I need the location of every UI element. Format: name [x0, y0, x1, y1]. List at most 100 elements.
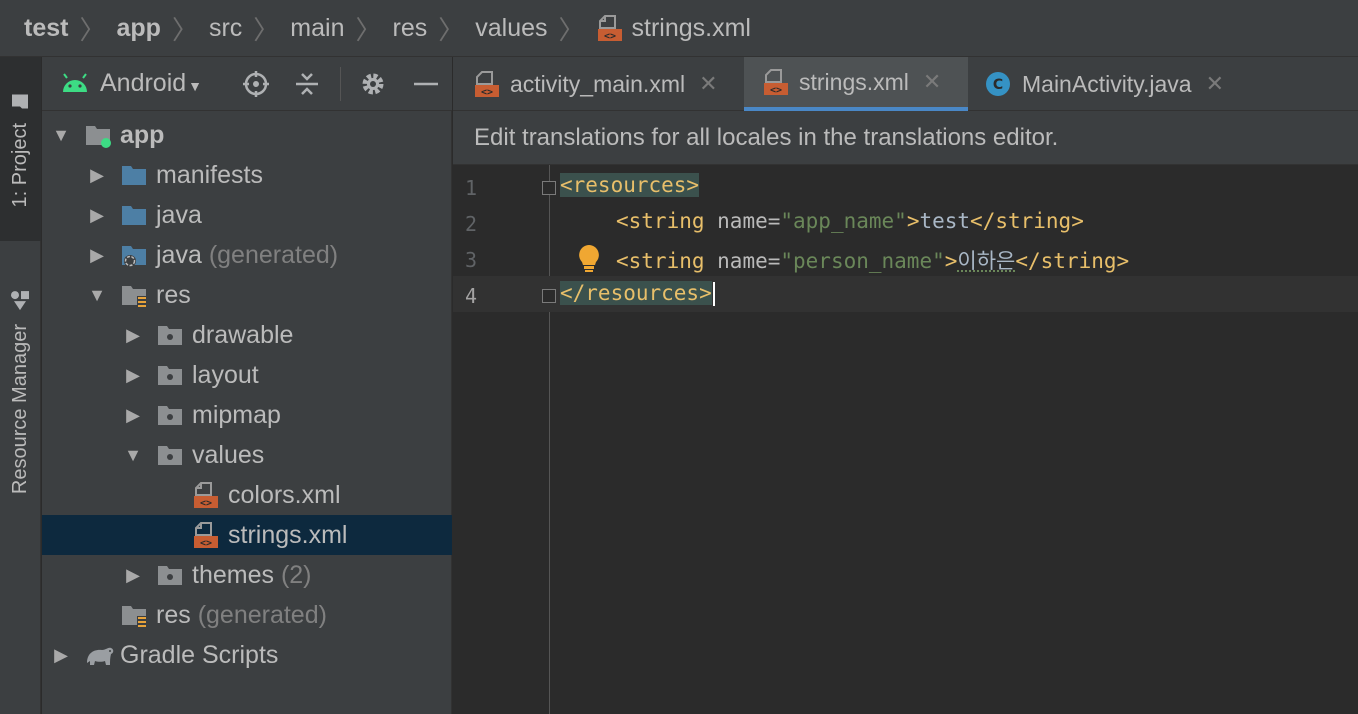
xml-file-icon: <> — [597, 15, 622, 42]
breadcrumb-separator: 〉 — [79, 14, 106, 45]
package-folder-icon — [156, 361, 184, 389]
expanded-arrow-icon[interactable]: ▼ — [123, 445, 143, 465]
tree-item-drawable[interactable]: ▶ drawable — [42, 315, 452, 355]
tree-item-mipmap[interactable]: ▶ mipmap — [42, 395, 452, 435]
expanded-arrow-icon[interactable]: ▼ — [51, 125, 71, 145]
string-open-tag: <string — [616, 249, 705, 273]
code-line-1[interactable]: 1 <resources> — [453, 168, 1358, 204]
breadcrumb-item-test[interactable]: test — [24, 14, 68, 43]
tree-label-text: drawable — [192, 320, 294, 349]
tab-mainactivity-java[interactable]: C MainActivity.java ✕ — [969, 57, 1259, 111]
tree-item-label: java — [156, 201, 202, 230]
attr-value: "app_name" — [780, 209, 907, 233]
header-divider — [340, 67, 341, 101]
folder-icon — [9, 91, 32, 111]
collapsed-arrow-icon[interactable]: ▶ — [123, 405, 143, 425]
generated-folder-icon — [120, 241, 148, 269]
view-selector-dropdown[interactable]: Android ▼ — [60, 69, 202, 98]
collapsed-arrow-icon[interactable]: ▶ — [87, 245, 107, 265]
code-line-2[interactable]: 2 <string name="app_name">test</string> — [453, 204, 1358, 240]
banner-text: Edit translations for all locales in the… — [474, 123, 1059, 151]
minimize-icon — [414, 82, 438, 86]
tree-label-text: app — [120, 120, 165, 149]
line-number: 2 — [464, 212, 477, 236]
fold-marker-icon[interactable] — [542, 181, 556, 195]
shapes-icon — [9, 290, 32, 312]
line-number: 1 — [464, 176, 477, 200]
project-tree: ▼ app ▶ manifests ▶ java ▶ java (generated) ▼ res… — [42, 111, 452, 714]
tree-item-layout[interactable]: ▶ layout — [42, 355, 452, 395]
text-caret — [712, 282, 715, 306]
collapsed-arrow-icon[interactable]: ▶ — [123, 565, 143, 585]
svg-text:<>: <> — [200, 538, 212, 549]
tree-item-java-generated[interactable]: ▶ java (generated) — [42, 235, 452, 275]
resources-open-tag: <resources> — [560, 173, 700, 197]
close-icon[interactable]: ✕ — [699, 71, 717, 97]
android-icon — [63, 72, 87, 92]
close-icon[interactable]: ✕ — [1206, 71, 1224, 97]
expanded-arrow-icon[interactable]: ▼ — [87, 285, 107, 305]
gradle-icon — [84, 641, 114, 669]
tree-item-manifests[interactable]: ▶ manifests — [42, 155, 452, 195]
collapse-all-button[interactable] — [290, 67, 324, 101]
string-text: test — [919, 209, 971, 233]
collapse-all-icon — [296, 73, 318, 95]
gear-icon — [362, 73, 384, 95]
tree-item-label: res (generated) — [156, 601, 327, 630]
line-number: 3 — [464, 248, 477, 272]
project-tool-tab[interactable]: 1: Project — [0, 57, 41, 241]
locate-file-button[interactable] — [239, 67, 273, 101]
tree-item-label: values — [192, 441, 264, 470]
tab-activity-main-xml[interactable]: <> activity_main.xml ✕ — [453, 57, 743, 111]
breadcrumb-item-main[interactable]: main — [290, 14, 344, 43]
tree-item-values[interactable]: ▼ values — [42, 435, 452, 475]
translations-editor-banner[interactable]: Edit translations for all locales in the… — [453, 111, 1358, 165]
tree-item-res-generated[interactable]: res (generated) — [42, 595, 452, 635]
package-folder-icon — [156, 401, 184, 429]
tree-label-text: manifests — [156, 160, 263, 189]
code-editor[interactable]: 1 <resources> 2 <string name="app_name">… — [453, 165, 1358, 714]
settings-button[interactable] — [356, 67, 390, 101]
breadcrumb-item-src[interactable]: src — [209, 14, 242, 43]
breadcrumb-item-values[interactable]: values — [475, 14, 547, 43]
breadcrumb-separator: 〉 — [355, 14, 382, 45]
line-number: 4 — [464, 284, 477, 308]
package-folder-icon — [156, 321, 184, 349]
tree-item-app[interactable]: ▼ app — [42, 115, 452, 155]
chevron-down-icon: ▼ — [188, 77, 203, 94]
project-panel-header: Android ▼ — [42, 57, 452, 111]
tree-item-res[interactable]: ▼ res — [42, 275, 452, 315]
fold-marker-icon[interactable] — [542, 289, 556, 303]
collapsed-arrow-icon[interactable]: ▶ — [123, 365, 143, 385]
package-folder-icon — [156, 441, 184, 469]
tree-item-label: res — [156, 281, 191, 310]
breadcrumb-item-app[interactable]: app — [116, 14, 160, 43]
tree-label-suffix: (generated) — [197, 600, 327, 629]
editor-tab-bar: <> activity_main.xml ✕ <> strings.xml ✕ … — [453, 57, 1358, 111]
close-icon[interactable]: ✕ — [923, 69, 941, 95]
code-line-4[interactable]: 4 </resources> — [453, 276, 1358, 312]
lightbulb-icon[interactable] — [576, 243, 602, 273]
tree-item-themes-2[interactable]: ▶ themes (2) — [42, 555, 452, 595]
tree-item-colors-xml[interactable]: <> colors.xml — [42, 475, 452, 515]
tree-item-java[interactable]: ▶ java — [42, 195, 452, 235]
collapsed-arrow-icon[interactable]: ▶ — [123, 325, 143, 345]
res-folder-icon — [120, 601, 148, 629]
tab-strings-xml[interactable]: <> strings.xml ✕ — [744, 57, 968, 111]
breadcrumb-item-strings-xml[interactable]: <> strings.xml — [596, 14, 751, 43]
collapsed-arrow-icon[interactable]: ▶ — [87, 205, 107, 225]
view-selector-label: Android — [100, 69, 187, 97]
tree-label-suffix: (generated) — [208, 240, 339, 269]
resource-manager-tab-label: Resource Manager — [9, 323, 31, 495]
tree-item-gradle-scripts[interactable]: ▶ Gradle Scripts — [42, 635, 452, 675]
resource-manager-tool-tab[interactable]: Resource Manager — [0, 257, 41, 527]
breadcrumb-item-res[interactable]: res — [393, 14, 428, 43]
hide-panel-button[interactable] — [409, 67, 443, 101]
string-text: 이하은 — [957, 249, 1016, 273]
tree-label-text: strings.xml — [228, 520, 348, 549]
tree-item-label: colors.xml — [228, 481, 341, 510]
collapsed-arrow-icon[interactable]: ▶ — [87, 165, 107, 185]
tree-item-strings-xml[interactable]: <> strings.xml — [42, 515, 452, 555]
collapsed-arrow-icon[interactable]: ▶ — [51, 645, 71, 665]
module-folder-icon — [84, 121, 112, 149]
